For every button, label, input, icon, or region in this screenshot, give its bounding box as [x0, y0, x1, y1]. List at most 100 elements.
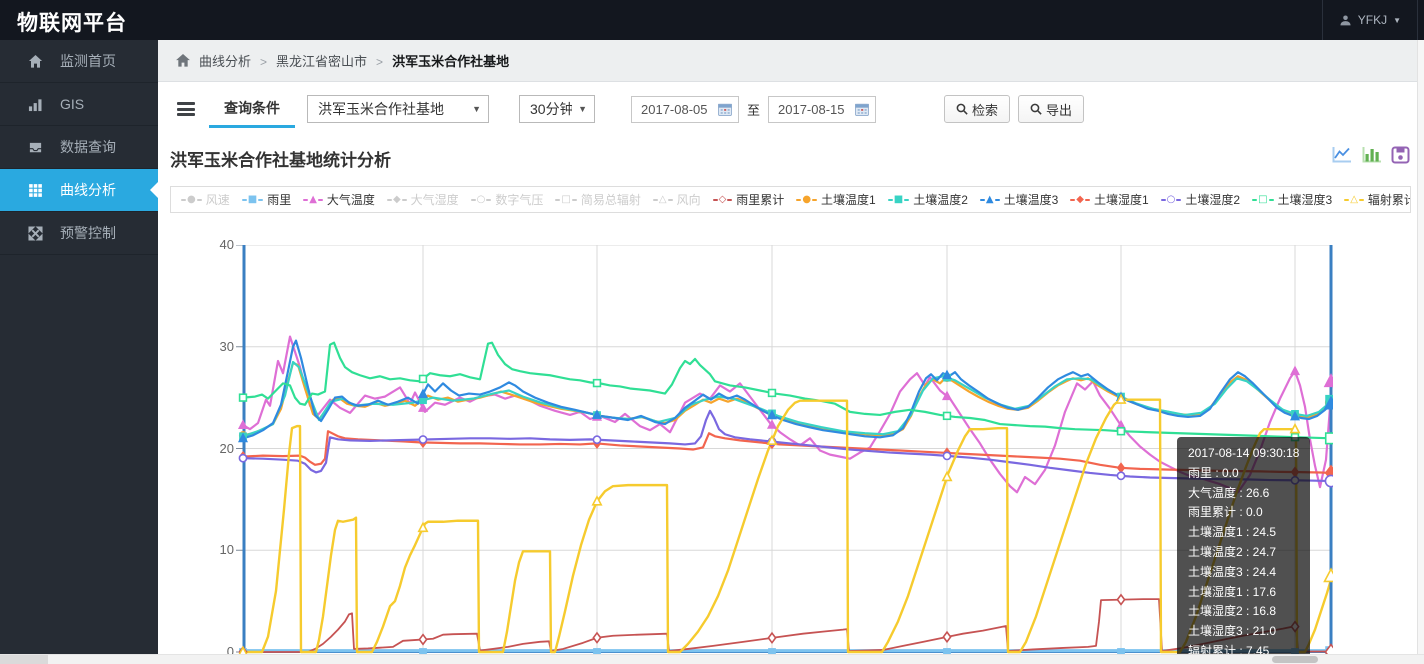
- legend-dash: [653, 199, 658, 201]
- sidebar-item-curve-analysis[interactable]: 曲线分析: [0, 169, 158, 212]
- horizontal-scrollbar[interactable]: [0, 654, 1424, 664]
- legend-dash: [402, 199, 407, 201]
- save-image-icon[interactable]: [1391, 146, 1410, 164]
- breadcrumb-separator: >: [260, 55, 267, 69]
- legend-diamond-icon: ◆: [393, 195, 401, 205]
- legend-item[interactable]: ◇ 雨里累计: [713, 191, 785, 208]
- station-select-value: 洪军玉米合作社基地: [318, 99, 466, 119]
- search-button[interactable]: 检索: [944, 95, 1010, 123]
- export-button-label: 导出: [1046, 100, 1072, 119]
- legend-circle-icon: ○: [1167, 195, 1176, 205]
- legend-label: 土壤温度3: [1004, 191, 1059, 208]
- legend-label: 数字气压: [495, 191, 543, 208]
- menu-toggle-icon[interactable]: [177, 102, 195, 116]
- legend-item[interactable]: ■ 雨里: [242, 191, 291, 208]
- legend-square-icon: □: [1258, 195, 1267, 205]
- sidebar-item-alert-control[interactable]: 预警控制: [0, 212, 158, 255]
- sidebar: 监测首页 GIS数据查询曲线分析预警控制: [0, 40, 158, 654]
- chevron-down-icon: ▼: [472, 104, 481, 114]
- scrollbar-thumb[interactable]: [1272, 656, 1318, 663]
- legend-square-icon: ■: [248, 195, 257, 205]
- vertical-scrollbar[interactable]: [1417, 40, 1424, 654]
- legend-label: 大气温度: [327, 191, 375, 208]
- legend-label: 土壤湿度3: [1278, 191, 1333, 208]
- breadcrumb-item[interactable]: 曲线分析: [199, 54, 251, 69]
- legend-item[interactable]: △风向: [653, 191, 701, 208]
- legend-dash: [197, 199, 202, 201]
- alert-control-icon: [28, 226, 43, 241]
- user-menu[interactable]: YFKJ ▼: [1322, 0, 1418, 40]
- interval-select[interactable]: 30分钟 ▼: [519, 95, 595, 123]
- calendar-icon[interactable]: [855, 103, 869, 116]
- legend-diamond-icon: ◆: [1076, 195, 1084, 205]
- date-to-value: 2017-08-15: [778, 102, 855, 117]
- home-icon: [176, 54, 190, 67]
- sidebar-item-data-query[interactable]: 数据查询: [0, 126, 158, 169]
- legend-dash: [181, 199, 186, 201]
- legend-item[interactable]: ◆ 大气湿度: [387, 191, 459, 208]
- app-header: 物联网平台 YFKJ ▼: [0, 0, 1424, 40]
- legend-item[interactable]: ●风速: [181, 191, 230, 208]
- user-name: YFKJ: [1358, 13, 1387, 27]
- home-icon: [28, 54, 43, 69]
- legend-dash: [1176, 199, 1181, 201]
- tab-query-conditions[interactable]: 查询条件: [209, 90, 295, 128]
- chart-legend: ●风速■雨里▲大气温度◆大气湿度○数字气压□简易总辐射△风向◇雨里累计●土壤温度…: [170, 186, 1411, 213]
- date-to-input[interactable]: 2017-08-15: [768, 96, 876, 123]
- interval-select-value: 30分钟: [530, 99, 572, 119]
- legend-dash: [713, 199, 718, 201]
- main-content: 曲线分析>黑龙江省密山市>洪军玉米合作社基地 查询条件 洪军玉米合作社基地 ▼ …: [158, 40, 1424, 664]
- legend-label: 风速: [206, 191, 230, 208]
- legend-triangle-icon: △: [659, 195, 667, 205]
- legend-label: 雨里累计: [736, 191, 784, 208]
- legend-label: 土壤温度1: [821, 191, 876, 208]
- legend-dash: [904, 199, 909, 201]
- sidebar-item-gis-signal[interactable]: GIS: [0, 83, 158, 126]
- sidebar-item-home[interactable]: 监测首页: [0, 40, 158, 83]
- legend-dash: [303, 199, 308, 201]
- breadcrumb-item[interactable]: 洪军玉米合作社基地: [392, 54, 509, 69]
- iot-platform-app: 物联网平台 YFKJ ▼ 监测首页GIS数据查询曲线分析预警控制 曲线分析>黑龙…: [0, 0, 1424, 664]
- export-button[interactable]: 导出: [1018, 95, 1084, 123]
- search-icon: [956, 103, 968, 115]
- curve-analysis-icon: [28, 183, 43, 198]
- sidebar-item-label: 监测首页: [60, 51, 116, 71]
- legend-item[interactable]: □ 土壤湿度3: [1252, 191, 1332, 208]
- legend-item[interactable]: ○土壤湿度2: [1161, 191, 1240, 208]
- station-select[interactable]: 洪军玉米合作社基地 ▼: [307, 95, 489, 123]
- legend-item[interactable]: ● 土壤温度1: [796, 191, 875, 208]
- legend-item[interactable]: ◆土壤湿度1: [1070, 191, 1148, 208]
- legend-label: 大气湿度: [411, 191, 459, 208]
- calendar-icon[interactable]: [718, 103, 732, 116]
- chart-canvas[interactable]: [235, 245, 1333, 659]
- legend-dash: [572, 199, 577, 201]
- breadcrumb-item[interactable]: 黑龙江省密山市: [276, 54, 367, 69]
- bar-chart-icon[interactable]: [1361, 146, 1382, 164]
- legend-item[interactable]: □简易总辐射: [555, 191, 640, 208]
- legend-dash: [258, 199, 263, 201]
- date-from-input[interactable]: 2017-08-05: [631, 96, 739, 123]
- legend-dash: [486, 199, 491, 201]
- legend-dash: [727, 199, 732, 201]
- scrollbar-corner: [0, 655, 48, 664]
- legend-dash: [555, 199, 560, 201]
- date-from-value: 2017-08-05: [641, 102, 718, 117]
- legend-item[interactable]: ▲大气温度: [303, 191, 375, 208]
- line-chart-icon[interactable]: [1331, 146, 1352, 164]
- legend-square-icon: ■: [894, 195, 903, 205]
- legend-circle-icon: ○: [477, 195, 486, 205]
- legend-dash: [471, 199, 476, 201]
- legend-item[interactable]: △辐射累计: [1344, 191, 1411, 208]
- y-axis-label: 40: [186, 237, 234, 252]
- legend-item[interactable]: ○ 数字气压: [471, 191, 544, 208]
- legend-diamond-icon: ◇: [719, 195, 727, 205]
- legend-label: 简易总辐射: [581, 191, 641, 208]
- data-query-icon: [28, 140, 43, 155]
- legend-dash: [1085, 199, 1090, 201]
- legend-item[interactable]: ▲土壤温度3: [980, 191, 1058, 208]
- legend-item[interactable]: ■土壤温度2: [888, 191, 968, 208]
- legend-label: 雨里: [267, 191, 291, 208]
- legend-circle-icon: ●: [802, 195, 811, 205]
- legend-dash: [1344, 199, 1349, 201]
- legend-dash: [1161, 199, 1166, 201]
